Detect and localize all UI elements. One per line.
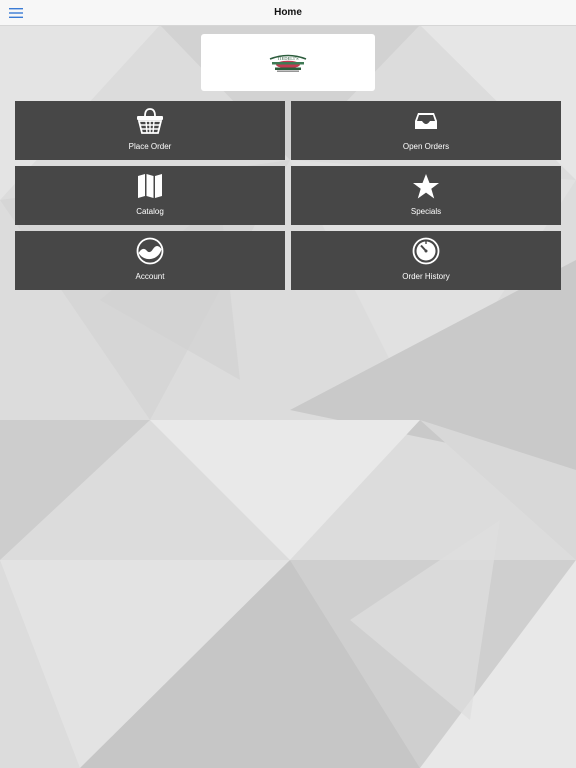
company-logo: TIEDELT'S [269,54,307,72]
place-order-label: Place Order [128,142,172,151]
place-order-button[interactable]: Place Order [15,101,285,160]
order-history-label: Order History [402,272,450,281]
clock-icon [412,237,440,265]
specials-button[interactable]: Specials [291,166,561,225]
logo-text: TIEDELT'S [277,56,299,61]
catalog-label: Catalog [136,207,164,216]
home-menu-grid: Place Order Open Orders Catalog Specials [15,101,561,290]
nav-header: Home [0,0,576,26]
open-orders-label: Open Orders [402,142,450,151]
map-icon [138,174,162,198]
account-label: Account [135,272,165,281]
star-icon [413,173,439,198]
basket-icon [137,108,163,134]
inbox-tray-icon [415,113,437,129]
account-landscape-icon [136,237,164,265]
catalog-button[interactable]: Catalog [15,166,285,225]
order-history-button[interactable]: Order History [291,231,561,290]
account-button[interactable]: Account [15,231,285,290]
company-logo-card: TIEDELT'S [201,34,375,91]
specials-label: Specials [410,207,442,216]
open-orders-button[interactable]: Open Orders [291,101,561,160]
page-title: Home [274,7,302,18]
